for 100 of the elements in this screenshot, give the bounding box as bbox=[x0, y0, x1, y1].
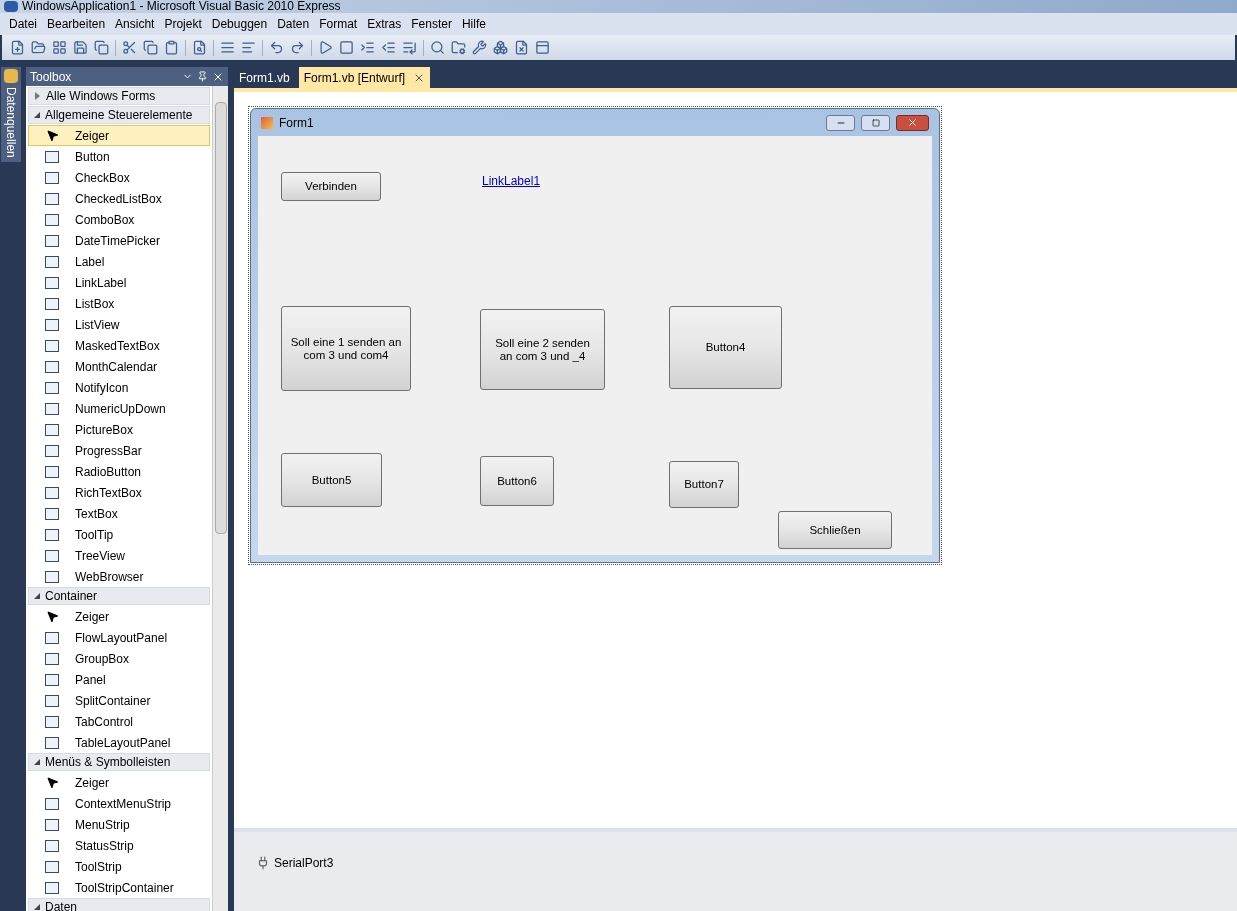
control-icon bbox=[45, 797, 59, 810]
toolbox-item[interactable]: RichTextBox bbox=[28, 482, 210, 503]
control-icon bbox=[45, 192, 59, 205]
toolbox-item[interactable]: MaskedTextBox bbox=[28, 335, 210, 356]
menu-item[interactable]: Debuggen bbox=[206, 15, 273, 33]
toolbox-item[interactable]: TabControl bbox=[28, 711, 210, 732]
component-label[interactable]: SerialPort3 bbox=[274, 854, 334, 872]
toolbox-item[interactable]: ToolStrip bbox=[28, 856, 210, 877]
toolbox-item[interactable]: NumericUpDown bbox=[28, 398, 210, 419]
document-tab[interactable]: Form1.vb [Entwurf] bbox=[298, 67, 431, 88]
undo-icon[interactable] bbox=[269, 40, 284, 55]
toolbox-item[interactable]: MonthCalendar bbox=[28, 356, 210, 377]
toolbox-item[interactable]: Zeiger bbox=[28, 606, 210, 627]
step-into-icon[interactable] bbox=[360, 40, 375, 55]
find-icon[interactable] bbox=[192, 40, 207, 55]
toolbox-item[interactable]: ListBox bbox=[28, 293, 210, 314]
toolbox-item[interactable]: NotifyIcon bbox=[28, 377, 210, 398]
toolbox-item[interactable]: DateTimePicker bbox=[28, 230, 210, 251]
window-icon[interactable] bbox=[535, 40, 550, 55]
form-button[interactable]: Button7 bbox=[669, 461, 739, 508]
redo-icon[interactable] bbox=[290, 40, 305, 55]
form-button[interactable]: Schließen bbox=[778, 511, 892, 549]
toolbox-item[interactable]: ContextMenuStrip bbox=[28, 793, 210, 814]
control-icon bbox=[45, 360, 59, 373]
error-list-icon[interactable] bbox=[514, 40, 529, 55]
toolbox-item[interactable]: Zeiger bbox=[28, 772, 210, 793]
minimize-button[interactable] bbox=[826, 114, 855, 131]
control-icon bbox=[45, 818, 59, 831]
comment-icon[interactable] bbox=[220, 40, 235, 55]
save-icon[interactable] bbox=[73, 40, 88, 55]
toolbox-section-header[interactable]: Menüs & Symbolleisten bbox=[28, 753, 210, 771]
menu-item[interactable]: Fenster bbox=[406, 15, 457, 33]
toolbox-item[interactable]: CheckBox bbox=[28, 167, 210, 188]
form-button[interactable]: Button4 bbox=[669, 306, 782, 389]
menu-item[interactable]: Projekt bbox=[159, 15, 207, 33]
toolbox-section-header[interactable]: Alle Windows Forms bbox=[28, 87, 210, 105]
toolbox-item[interactable]: ToolTip bbox=[28, 524, 210, 545]
maximize-button[interactable] bbox=[861, 114, 890, 131]
toolbox-item[interactable]: MenuStrip bbox=[28, 814, 210, 835]
toolbox-item[interactable]: LinkLabel bbox=[28, 272, 210, 293]
toolbox-item[interactable]: SplitContainer bbox=[28, 690, 210, 711]
toolbox-item[interactable]: Zeiger bbox=[28, 125, 210, 146]
object-browser-icon[interactable] bbox=[430, 40, 445, 55]
document-tab[interactable]: Form1.vb bbox=[234, 67, 295, 88]
menu-item[interactable]: Datei bbox=[4, 15, 42, 33]
toolbox-item[interactable]: TextBox bbox=[28, 503, 210, 524]
side-tab[interactable]: Datenquellen bbox=[1, 67, 21, 162]
menu-item[interactable]: Daten bbox=[272, 15, 315, 33]
menu-item[interactable]: Format bbox=[314, 15, 363, 33]
toolbox-section-header[interactable]: Container bbox=[28, 587, 210, 605]
step-over-icon[interactable] bbox=[381, 40, 396, 55]
step-out-icon[interactable] bbox=[402, 40, 417, 55]
toolbox-section-header[interactable]: Allgemeine Steuerelemente bbox=[28, 106, 210, 124]
menu-item[interactable]: Bearbeiten bbox=[42, 15, 111, 33]
toolbox-item[interactable]: CheckedListBox bbox=[28, 188, 210, 209]
toolbox-item[interactable]: ProgressBar bbox=[28, 440, 210, 461]
open-folder-icon[interactable] bbox=[31, 40, 46, 55]
stop-icon[interactable] bbox=[339, 40, 354, 55]
control-icon bbox=[45, 381, 59, 394]
toolbox-item[interactable]: ToolStripContainer bbox=[28, 877, 210, 898]
toolbox-item[interactable]: TableLayoutPanel bbox=[28, 732, 210, 753]
cut-icon[interactable] bbox=[122, 40, 137, 55]
add-item-icon[interactable] bbox=[52, 40, 67, 55]
form-icon bbox=[261, 116, 273, 129]
menu-item[interactable]: Extras bbox=[362, 15, 407, 33]
form-button[interactable]: Button5 bbox=[281, 453, 382, 507]
toolbox-item[interactable]: TreeView bbox=[28, 545, 210, 566]
form-button[interactable]: Soll eine 2 senden an com 3 und _4 bbox=[480, 309, 605, 390]
new-project-icon[interactable] bbox=[10, 40, 25, 55]
toolbox-item[interactable]: StatusStrip bbox=[28, 835, 210, 856]
play-icon[interactable] bbox=[318, 40, 333, 55]
toolbox-item[interactable]: ComboBox bbox=[28, 209, 210, 230]
form-button[interactable]: Soll eine 1 senden an com 3 und com4 bbox=[281, 306, 411, 391]
toolbox-icon[interactable] bbox=[493, 40, 508, 55]
copy-icon[interactable] bbox=[143, 40, 158, 55]
toolbox-item[interactable]: ListView bbox=[28, 314, 210, 335]
form-button[interactable]: Verbinden bbox=[281, 172, 381, 201]
close-button[interactable] bbox=[896, 114, 929, 131]
toolbox-item[interactable]: Label bbox=[28, 251, 210, 272]
toolbox-item[interactable]: RadioButton bbox=[28, 461, 210, 482]
toolbox-item[interactable]: PictureBox bbox=[28, 419, 210, 440]
properties-icon[interactable] bbox=[451, 40, 466, 55]
toolbox-item[interactable]: Button bbox=[28, 146, 210, 167]
toolbox-item[interactable]: WebBrowser bbox=[28, 566, 210, 587]
paste-icon[interactable] bbox=[164, 40, 179, 55]
menu-item[interactable]: Hilfe bbox=[456, 15, 491, 33]
form-button[interactable]: Button6 bbox=[480, 456, 554, 506]
save-all-icon[interactable] bbox=[94, 40, 109, 55]
menu-item[interactable]: Ansicht bbox=[110, 15, 160, 33]
toolbox-section-header[interactable]: Daten bbox=[28, 898, 210, 911]
tools-icon[interactable] bbox=[472, 40, 487, 55]
toolbox-item[interactable]: Panel bbox=[28, 669, 210, 690]
uncomment-icon[interactable] bbox=[241, 40, 256, 55]
maximize-icon bbox=[871, 118, 880, 127]
link-label[interactable]: LinkLabel1 bbox=[482, 172, 541, 190]
toolbox-item[interactable]: FlowLayoutPanel bbox=[28, 627, 210, 648]
pin-icon[interactable] bbox=[197, 71, 208, 82]
control-icon bbox=[45, 465, 59, 478]
toolbox-item[interactable]: GroupBox bbox=[28, 648, 210, 669]
scrollbar[interactable] bbox=[212, 86, 228, 911]
